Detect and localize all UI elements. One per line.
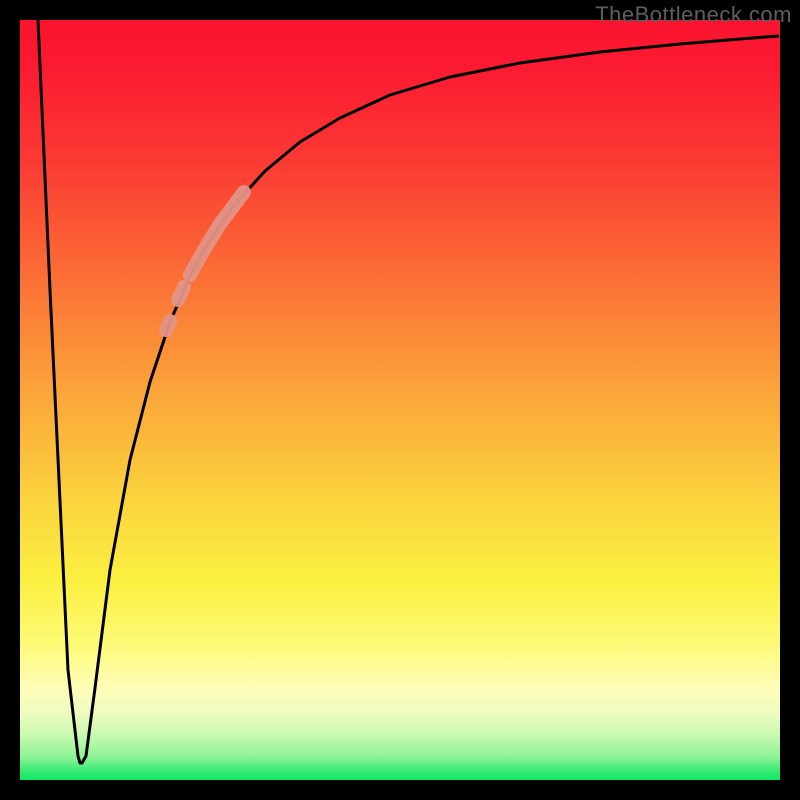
bottleneck-curve <box>38 20 779 763</box>
chart-frame: TheBottleneck.com <box>0 0 800 800</box>
curve-layer <box>20 20 780 780</box>
highlight-segment <box>178 287 184 300</box>
plot-area <box>20 20 780 780</box>
watermark-text: TheBottleneck.com <box>595 2 792 28</box>
highlight-segment <box>166 321 170 330</box>
highlight-segment <box>190 192 244 275</box>
